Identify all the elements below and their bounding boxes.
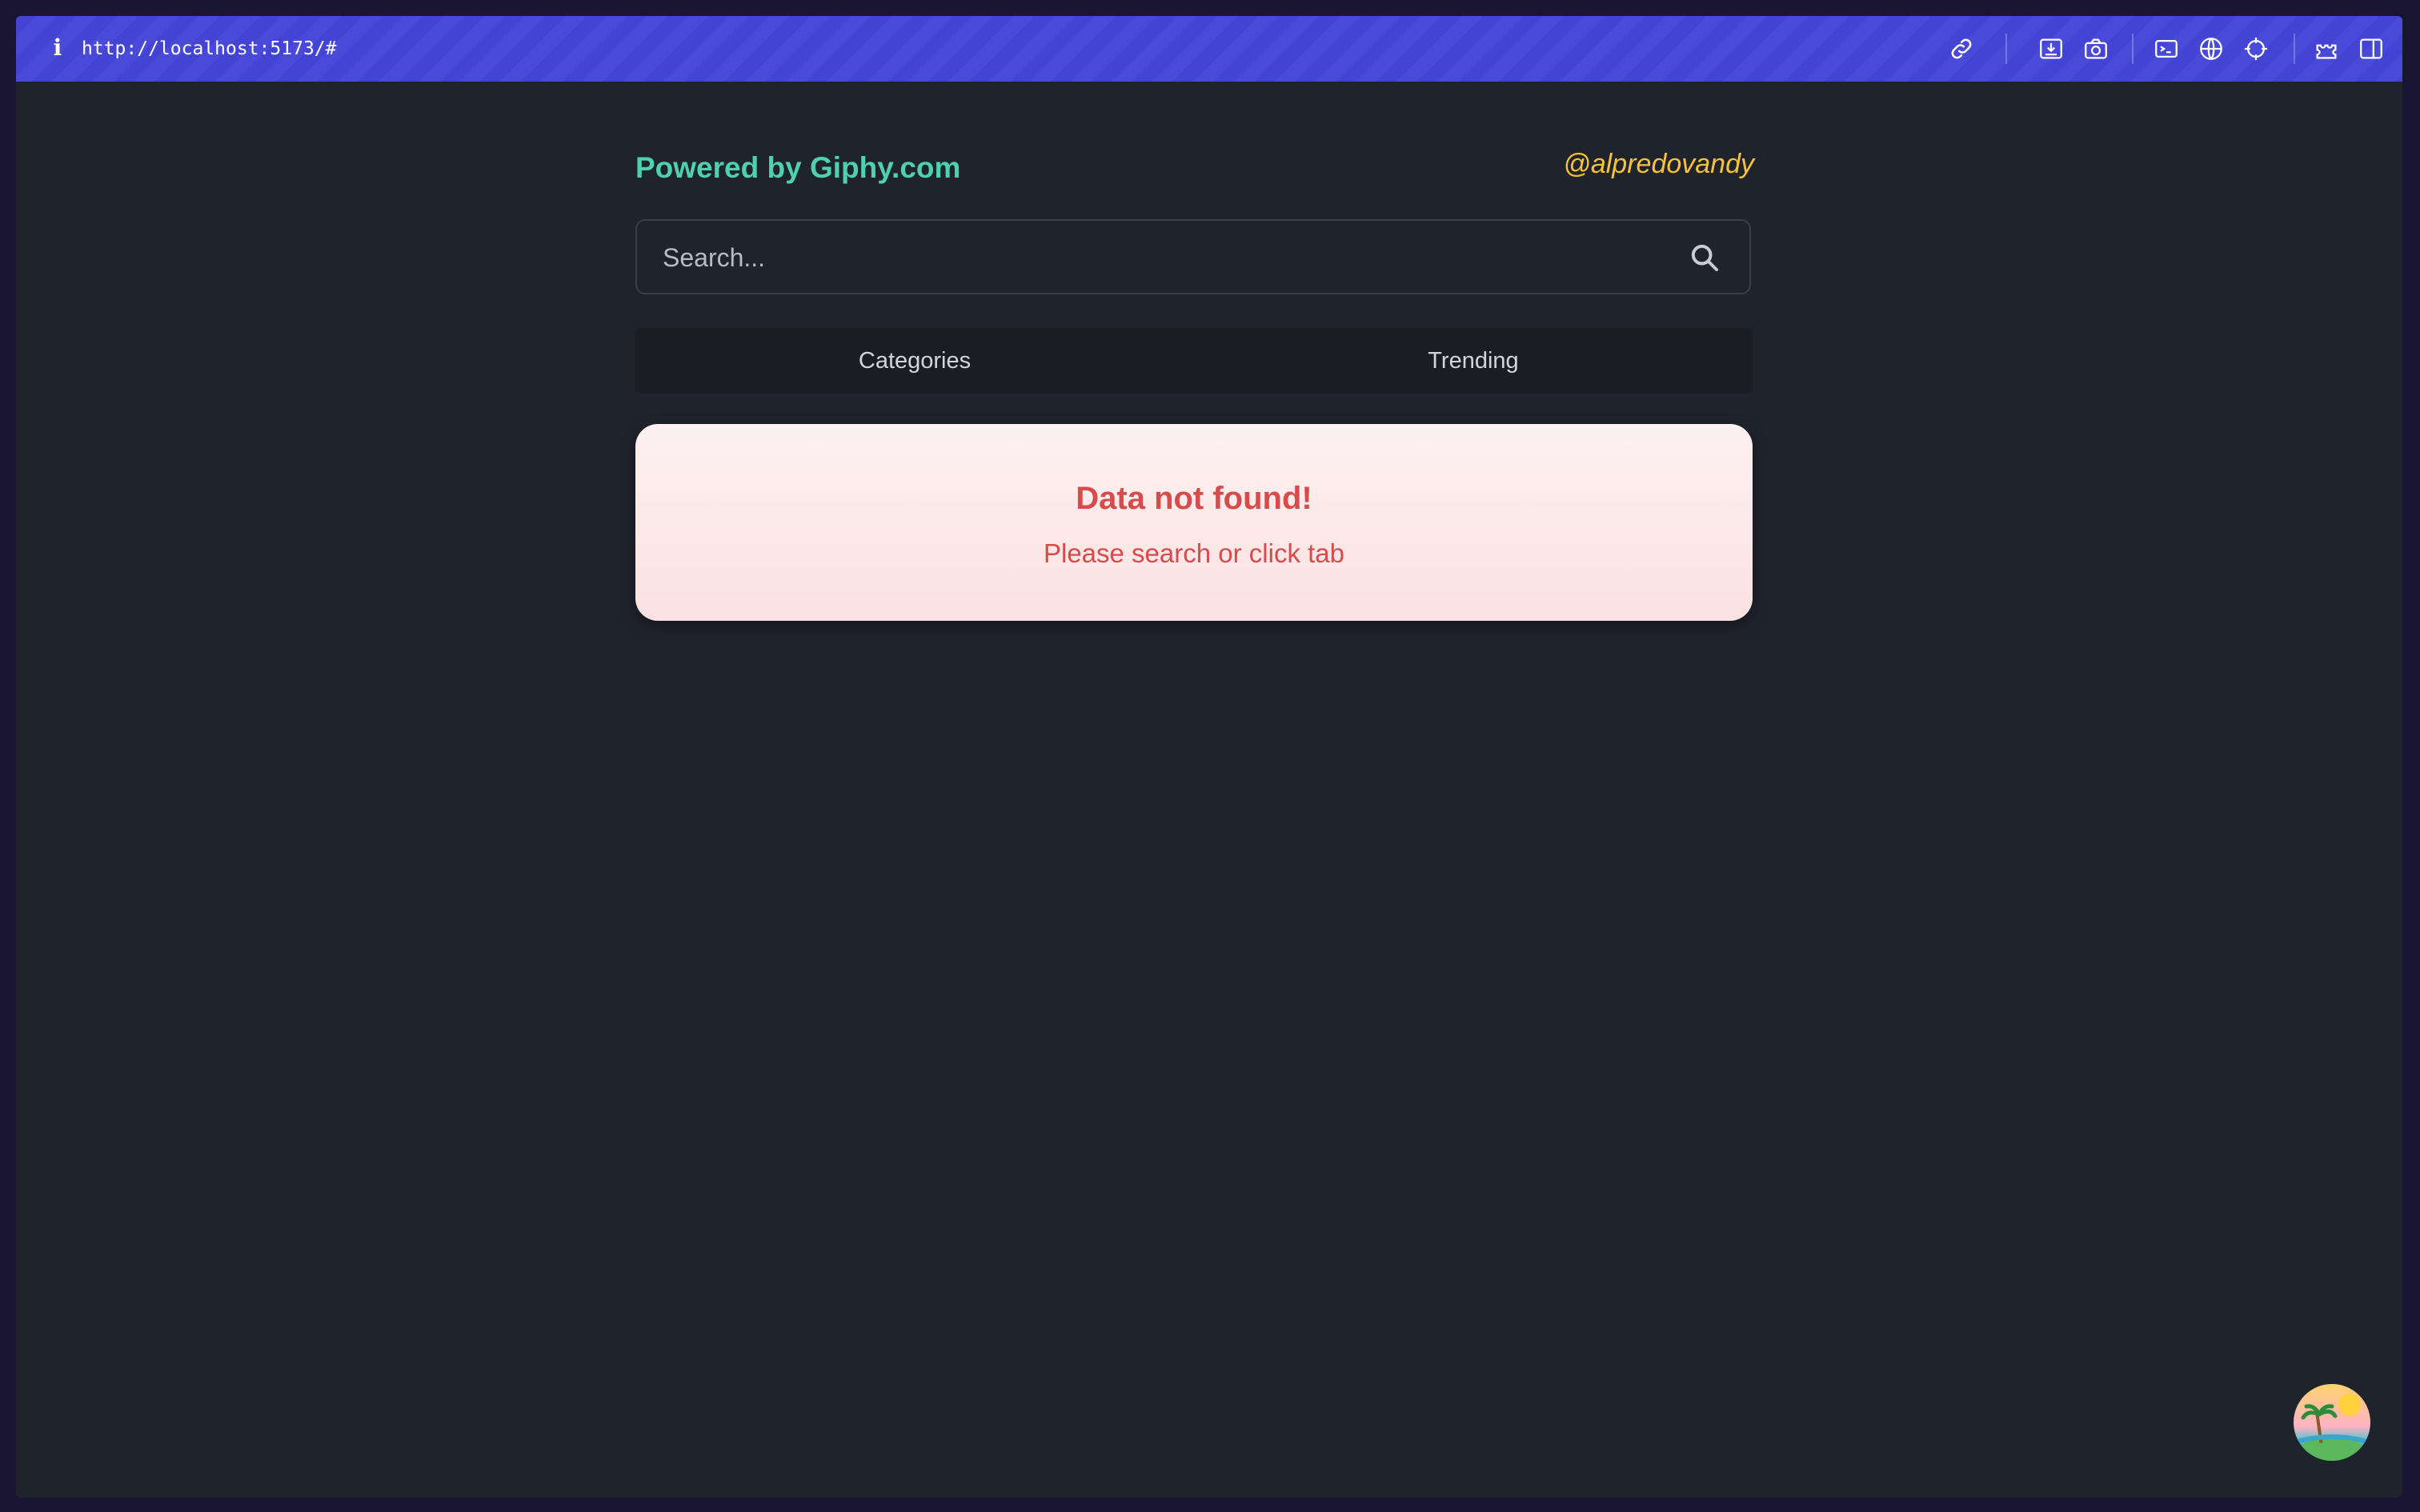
author-handle[interactable]: @alpredovandy [1563, 144, 1754, 184]
sidebar-icon[interactable] [2358, 35, 2385, 62]
address-url[interactable]: http://localhost:5173/# [82, 35, 337, 62]
crosshair-icon[interactable] [2242, 35, 2270, 62]
download-icon[interactable] [2037, 35, 2065, 62]
globe-icon[interactable] [2198, 35, 2225, 62]
empty-state-card: Data not found! Please search or click t… [635, 424, 1753, 621]
empty-state-title: Data not found! [1076, 481, 1312, 516]
toolbar-divider [2132, 34, 2134, 64]
tab-trending[interactable]: Trending [1194, 328, 1753, 394]
extensions-icon[interactable] [2313, 35, 2340, 62]
search-icon[interactable] [1689, 242, 1721, 274]
empty-state-message: Please search or click tab [1043, 538, 1344, 568]
link-icon[interactable] [1948, 35, 1975, 62]
avatar[interactable] [2294, 1384, 2370, 1461]
toolbar-divider [2294, 34, 2295, 64]
tab-bar: Categories Trending [635, 328, 1753, 394]
browser-toolbar: i http://localhost:5173/# [16, 16, 2402, 82]
info-icon[interactable]: i [43, 34, 72, 62]
search-input[interactable] [661, 221, 1673, 294]
powered-by-brand[interactable]: Powered by Giphy.com [635, 148, 960, 188]
camera-icon[interactable] [2082, 35, 2109, 62]
toolbar-divider [2005, 34, 2007, 64]
terminal-icon[interactable] [2153, 35, 2180, 62]
search-bar [635, 219, 1751, 294]
tab-categories[interactable]: Categories [635, 328, 1194, 394]
